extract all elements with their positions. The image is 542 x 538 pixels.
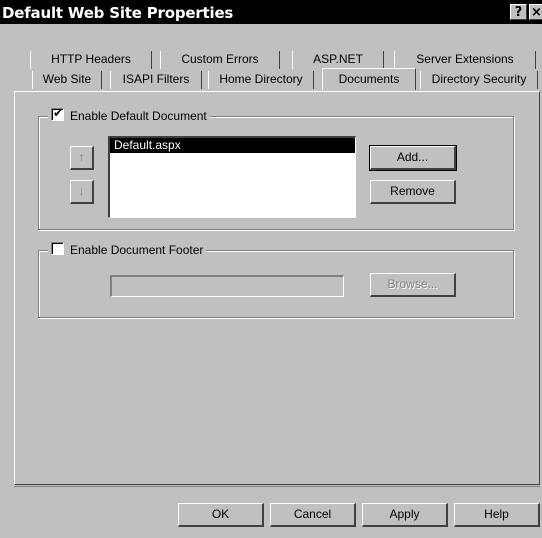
bottom-divider (14, 486, 540, 487)
enable-default-document-label: Enable Default Document (70, 109, 207, 123)
title-bar[interactable]: Default Web Site Properties ? × (0, 0, 542, 24)
cancel-button[interactable]: Cancel (270, 503, 356, 527)
help-icon[interactable]: ? (510, 4, 527, 20)
checkmark-icon: ✔ (52, 106, 64, 120)
window-title: Default Web Site Properties (2, 4, 234, 22)
properties-dialog: Default Web Site Properties ? × HTTP Hea… (0, 0, 542, 538)
tab-http-headers[interactable]: HTTP Headers (30, 51, 152, 69)
enable-document-footer-checkbox[interactable] (51, 242, 64, 255)
tab-isapi-filters[interactable]: ISAPI Filters (110, 71, 202, 89)
tab-asp-net[interactable]: ASP.NET (292, 51, 384, 69)
arrow-up-icon: ↑ (78, 150, 85, 164)
close-icon[interactable]: × (529, 4, 542, 20)
footer-path-field[interactable] (110, 275, 344, 297)
default-document-list[interactable]: Default.aspx (108, 136, 356, 218)
tab-server-extensions[interactable]: Server Extensions (394, 51, 536, 69)
list-item[interactable]: Default.aspx (110, 138, 355, 153)
move-up-button[interactable]: ↑ (70, 146, 94, 170)
enable-default-document-checkbox[interactable]: ✔ (51, 106, 64, 121)
apply-button[interactable]: Apply (362, 503, 448, 527)
move-down-button[interactable]: ↓ (70, 180, 94, 204)
enable-document-footer-label: Enable Document Footer (70, 243, 204, 257)
arrow-down-icon: ↓ (78, 184, 85, 198)
document-footer-legend[interactable]: Enable Document Footer (48, 242, 207, 258)
browse-button[interactable]: Browse... (370, 273, 456, 297)
tab-web-site[interactable]: Web Site (32, 71, 102, 89)
ok-button[interactable]: OK (178, 503, 264, 527)
tab-directory-security[interactable]: Directory Security (420, 71, 538, 89)
tab-custom-errors[interactable]: Custom Errors (160, 51, 280, 69)
tab-documents[interactable]: Documents (322, 68, 416, 90)
help-button[interactable]: Help (454, 503, 540, 527)
tab-home-directory[interactable]: Home Directory (208, 71, 314, 89)
default-document-legend[interactable]: ✔ Enable Default Document (48, 106, 210, 124)
add-button[interactable]: Add... (369, 145, 457, 171)
remove-button[interactable]: Remove (370, 180, 456, 204)
